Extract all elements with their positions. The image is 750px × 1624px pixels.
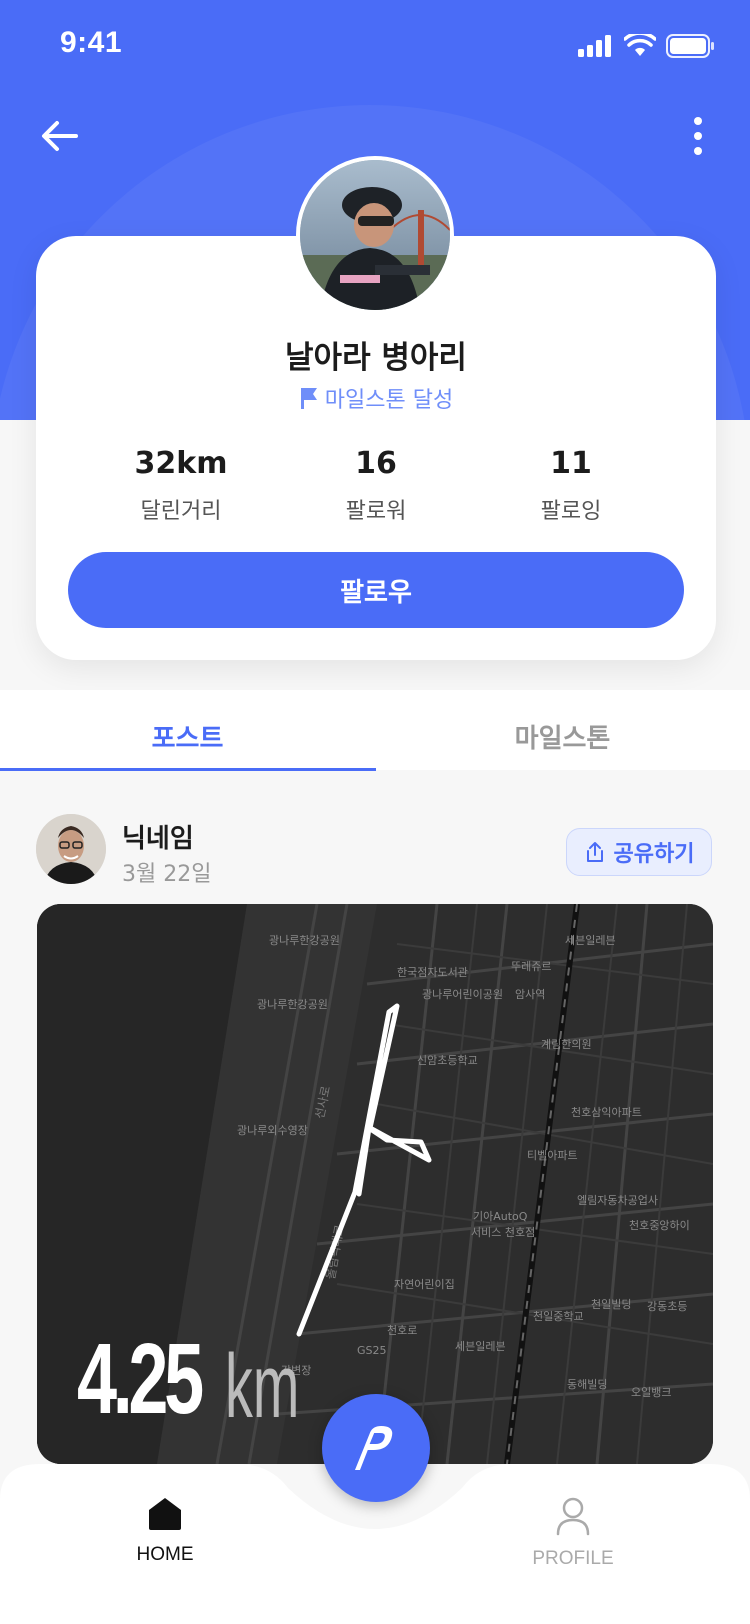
- arrow-left-icon: [42, 121, 78, 151]
- cyclist-photo: [300, 160, 450, 310]
- distance-value: 4.25: [77, 1323, 204, 1435]
- svg-text:GS25: GS25: [357, 1344, 387, 1357]
- more-vertical-icon: [694, 117, 702, 155]
- status-bar: 9:41: [0, 0, 750, 92]
- stat-value: 11: [550, 446, 592, 481]
- stat-label: 팔로잉: [540, 499, 602, 524]
- svg-text:기아AutoQ: 기아AutoQ: [473, 1210, 528, 1223]
- milestone-badge[interactable]: 마일스톤 달성: [36, 382, 716, 414]
- stat-distance: 32km 달린거리: [86, 446, 276, 525]
- stat-value: 32km: [134, 446, 228, 481]
- svg-text:천일중학교: 천일중학교: [533, 1309, 584, 1323]
- person-icon: [556, 1497, 590, 1536]
- distance-unit: km: [225, 1337, 300, 1437]
- back-button[interactable]: [32, 108, 88, 164]
- svg-text:티벨아파트: 티벨아파트: [527, 1149, 578, 1162]
- follow-button[interactable]: 팔로우: [68, 552, 684, 628]
- svg-text:뚜레쥬르: 뚜레쥬르: [511, 960, 551, 973]
- share-icon: [586, 842, 603, 862]
- stat-label: 팔로워: [345, 499, 407, 524]
- author-photo: [36, 814, 106, 884]
- svg-text:광나루한강공원: 광나루한강공원: [257, 998, 328, 1011]
- home-icon: [149, 1498, 181, 1530]
- nav-profile[interactable]: PROFILE: [493, 1496, 653, 1570]
- svg-text:한국점자도서관: 한국점자도서관: [397, 966, 468, 979]
- milestone-label: 마일스톤 달성: [324, 388, 454, 413]
- svg-text:강동초등: 강동초등: [647, 1300, 687, 1313]
- tab-milestones[interactable]: 마일스톤: [375, 718, 750, 755]
- stat-value: 16: [355, 446, 397, 481]
- share-label: 공유하기: [613, 842, 695, 867]
- flag-icon: [300, 388, 317, 409]
- svg-text:암사역: 암사역: [515, 988, 545, 1001]
- profile-tabs: 포스트 마일스톤: [0, 690, 750, 771]
- svg-text:신암초등학교: 신암초등학교: [417, 1054, 478, 1067]
- profile-avatar: [296, 156, 454, 314]
- profile-name: 날아라 병아리: [285, 340, 467, 376]
- svg-text:광나루한강공원: 광나루한강공원: [269, 934, 340, 947]
- svg-text:천호중앙하이: 천호중앙하이: [629, 1218, 690, 1232]
- stat-label: 달린거리: [140, 499, 222, 524]
- wifi-icon: [624, 34, 656, 56]
- svg-text:천일빌딩: 천일빌딩: [591, 1297, 631, 1311]
- svg-text:자연어린이집: 자연어린이집: [394, 1278, 455, 1291]
- profile-stats: 32km 달린거리 16 팔로워 11 팔로잉: [86, 446, 666, 525]
- logo-p-icon: [354, 1426, 393, 1470]
- svg-text:동해빌딩: 동해빌딩: [567, 1377, 607, 1391]
- more-button[interactable]: [670, 108, 726, 164]
- svg-text:광나루외수영장: 광나루외수영장: [237, 1124, 308, 1137]
- status-icons: [578, 30, 714, 62]
- status-time: 9:41: [60, 26, 123, 59]
- stat-following[interactable]: 11 팔로잉: [476, 446, 666, 525]
- svg-text:엘림자동차공업사: 엘림자동차공업사: [577, 1194, 658, 1207]
- post-header: 닉네임 3월 22일 공유하기: [36, 814, 716, 887]
- post-author-avatar[interactable]: [36, 814, 106, 884]
- svg-text:계림한의원: 계림한의원: [541, 1038, 592, 1051]
- tab-posts[interactable]: 포스트: [0, 718, 375, 755]
- start-run-fab[interactable]: [322, 1394, 430, 1502]
- svg-text:광나루어린이공원: 광나루어린이공원: [422, 988, 503, 1001]
- share-button[interactable]: 공유하기: [566, 828, 712, 876]
- battery-icon: [666, 34, 714, 58]
- svg-text:천호삼익아파트: 천호삼익아파트: [571, 1105, 642, 1119]
- post-date: 3월 22일: [122, 862, 212, 887]
- active-tab-indicator: [0, 768, 376, 771]
- nav-profile-label: PROFILE: [532, 1548, 614, 1569]
- svg-text:천호로: 천호로: [387, 1323, 417, 1337]
- post-author-nickname: 닉네임: [122, 824, 194, 854]
- nav-home-label: HOME: [136, 1544, 194, 1565]
- nav-home[interactable]: HOME: [85, 1496, 245, 1566]
- signal-icon: [578, 35, 611, 57]
- stat-followers[interactable]: 16 팔로워: [281, 446, 471, 525]
- run-distance: 4.25 km: [77, 1322, 299, 1437]
- svg-text:서비스 천호점: 서비스 천호점: [471, 1225, 535, 1239]
- svg-text:세븐일레븐: 세븐일레븐: [565, 933, 616, 947]
- svg-text:세븐일레븐: 세븐일레븐: [455, 1339, 506, 1353]
- svg-text:오일뱅크: 오일뱅크: [631, 1385, 671, 1399]
- run-route-map[interactable]: 광나루한강공원 한국점자도서관 광나루한강공원 광나루어린이공원 암사역 신암초…: [37, 904, 713, 1464]
